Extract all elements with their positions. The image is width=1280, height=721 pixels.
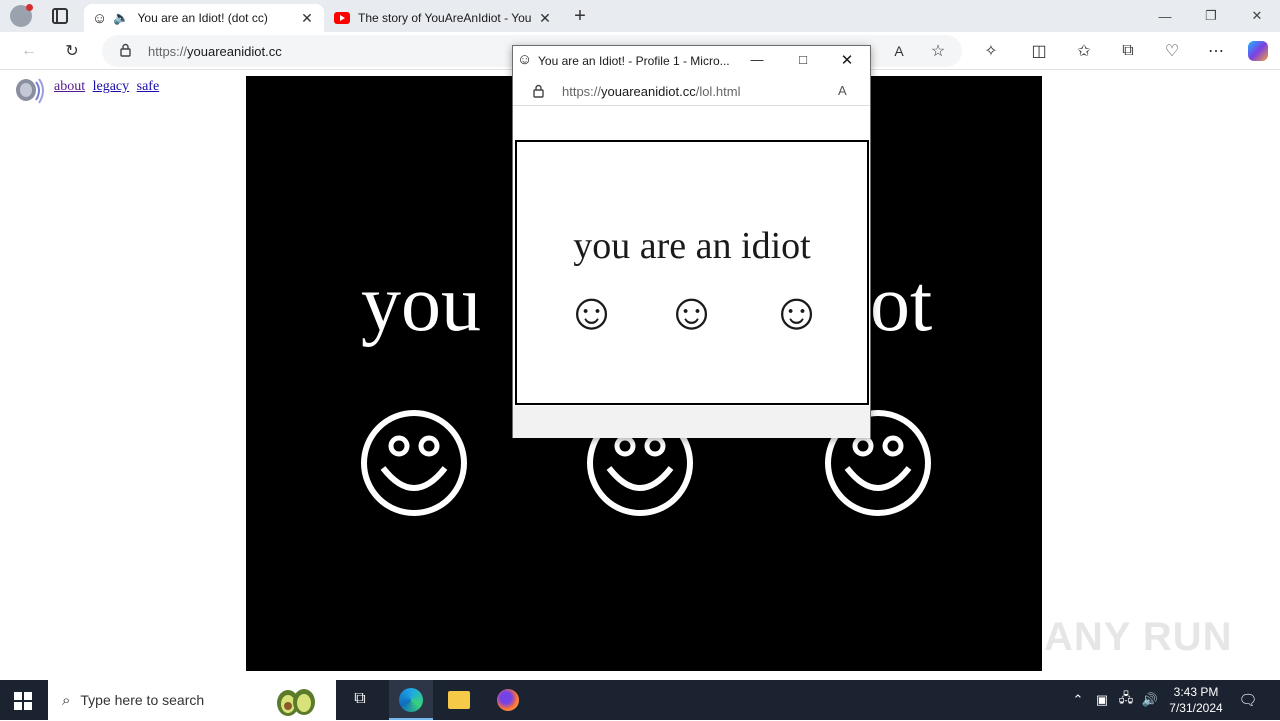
popup-close-button[interactable]: ✕ — [835, 51, 859, 69]
small-smiley-icon: ☺ — [665, 283, 719, 341]
legacy-link[interactable]: legacy — [93, 79, 130, 94]
popup-url-host: youareanidiot.cc — [601, 84, 696, 99]
volume-icon[interactable]: 🔊 — [1140, 690, 1160, 710]
big-text-right: ot — [870, 260, 933, 348]
close-window-button[interactable]: ✕ — [1234, 0, 1280, 32]
notification-icon[interactable]: 🗨 — [1238, 690, 1258, 710]
lock-icon — [120, 43, 131, 57]
anyrun-watermark: ANY RUN — [1044, 615, 1233, 659]
favorite-star-icon[interactable]: ☆ — [923, 36, 953, 66]
about-link[interactable]: about — [54, 79, 85, 94]
popup-footer — [513, 406, 870, 438]
url-scheme: https:// — [148, 44, 188, 59]
favorites-icon[interactable]: ✩ — [1069, 36, 1099, 66]
popup-title-text: You are an Idiot! - Profile 1 - Micro... — [538, 54, 730, 68]
smiley-icon: ☺ — [517, 51, 533, 68]
read-aloud-icon[interactable]: A — [838, 83, 847, 98]
extensions-icon[interactable]: ✧ — [976, 36, 1006, 66]
clock[interactable]: 3:43 PM 7/31/2024 — [1162, 684, 1230, 716]
big-smiley-icon — [361, 410, 467, 516]
read-aloud-icon[interactable]: A — [884, 36, 914, 66]
tab-youareanidiot[interactable]: ☺ 🔈 You are an Idiot! (dot cc) ✕ — [84, 4, 324, 32]
popup-window[interactable]: ☺ You are an Idiot! - Profile 1 - Micro.… — [512, 45, 871, 438]
search-icon: ⌕ — [62, 691, 71, 709]
network-icon[interactable]: 🖧 — [1116, 690, 1136, 710]
nav-links: about legacy safe — [54, 79, 163, 95]
tab-title: You are an Idiot! (dot cc) — [137, 11, 268, 25]
url-host: youareanidiot.cc — [187, 44, 282, 59]
smiley-icon: ☺ — [92, 9, 108, 27]
collections-icon[interactable]: ⧉ — [1113, 36, 1143, 66]
profile-avatar[interactable] — [10, 4, 33, 27]
refresh-button[interactable]: ↻ — [57, 36, 87, 66]
clock-date: 7/31/2024 — [1169, 701, 1223, 715]
close-tab-icon[interactable]: ✕ — [298, 10, 316, 27]
speaker-icon[interactable]: 🔈 — [113, 10, 129, 26]
tab-strip: ☺ 🔈 You are an Idiot! (dot cc) ✕ The sto… — [0, 0, 1280, 32]
youtube-icon — [334, 12, 350, 24]
lock-icon — [533, 84, 544, 101]
popup-url-path: /lol.html — [695, 84, 741, 99]
task-view-icon[interactable]: ⧉ — [349, 690, 371, 710]
tab-title: The story of YouAreAnIdiot - You — [358, 11, 532, 25]
performance-icon[interactable]: ♡ — [1157, 36, 1187, 66]
popup-maximize-button[interactable]: □ — [791, 52, 815, 67]
tray-device-icon[interactable]: ▣ — [1092, 690, 1112, 710]
restore-button[interactable]: ❐ — [1188, 0, 1234, 32]
avocado-icon — [272, 684, 320, 721]
taskbar: ⌕ Type here to search ⧉ ⌃ ▣ 🖧 🔊 3:43 PM … — [0, 680, 1280, 720]
firefox-icon[interactable] — [497, 689, 519, 711]
speaker-logo-icon — [12, 76, 46, 106]
safe-link[interactable]: safe — [137, 79, 160, 94]
tab-youtube[interactable]: The story of YouAreAnIdiot - You ✕ — [326, 4, 562, 32]
popup-titlebar[interactable]: ☺ You are an Idiot! - Profile 1 - Micro.… — [513, 46, 870, 76]
popup-url-scheme: https:// — [562, 84, 602, 99]
file-explorer-icon[interactable] — [448, 691, 470, 709]
more-menu-icon[interactable]: ⋯ — [1201, 36, 1231, 66]
back-button[interactable]: ← — [14, 36, 44, 66]
popup-message: you are an idiot — [573, 225, 811, 267]
copilot-icon[interactable] — [1243, 36, 1273, 66]
popup-address-bar[interactable]: https://youareanidiot.cc/lol.html A — [513, 76, 870, 106]
split-screen-icon[interactable]: ◫ — [1024, 36, 1054, 66]
tray-chevron-icon[interactable]: ⌃ — [1068, 690, 1088, 710]
popup-smiley-row: ☺ ☺ ☺ — [517, 282, 867, 342]
clock-time: 3:43 PM — [1173, 685, 1219, 699]
taskbar-search-box[interactable]: ⌕ Type here to search — [48, 680, 336, 720]
close-tab-icon[interactable]: ✕ — [536, 10, 554, 27]
edge-taskbar-icon[interactable] — [389, 680, 433, 720]
start-windows-icon[interactable] — [14, 692, 32, 710]
tab-actions-icon[interactable] — [52, 8, 68, 24]
minimize-button[interactable]: — — [1142, 0, 1188, 32]
new-tab-button[interactable]: + — [568, 4, 592, 28]
big-text-left: you — [361, 260, 481, 348]
popup-message-box: you are an idiot ☺ ☺ ☺ — [515, 140, 869, 405]
small-smiley-icon: ☺ — [770, 283, 824, 341]
popup-minimize-button[interactable]: — — [745, 52, 769, 67]
search-placeholder: Type here to search — [80, 692, 205, 708]
small-smiley-icon: ☺ — [565, 283, 619, 341]
